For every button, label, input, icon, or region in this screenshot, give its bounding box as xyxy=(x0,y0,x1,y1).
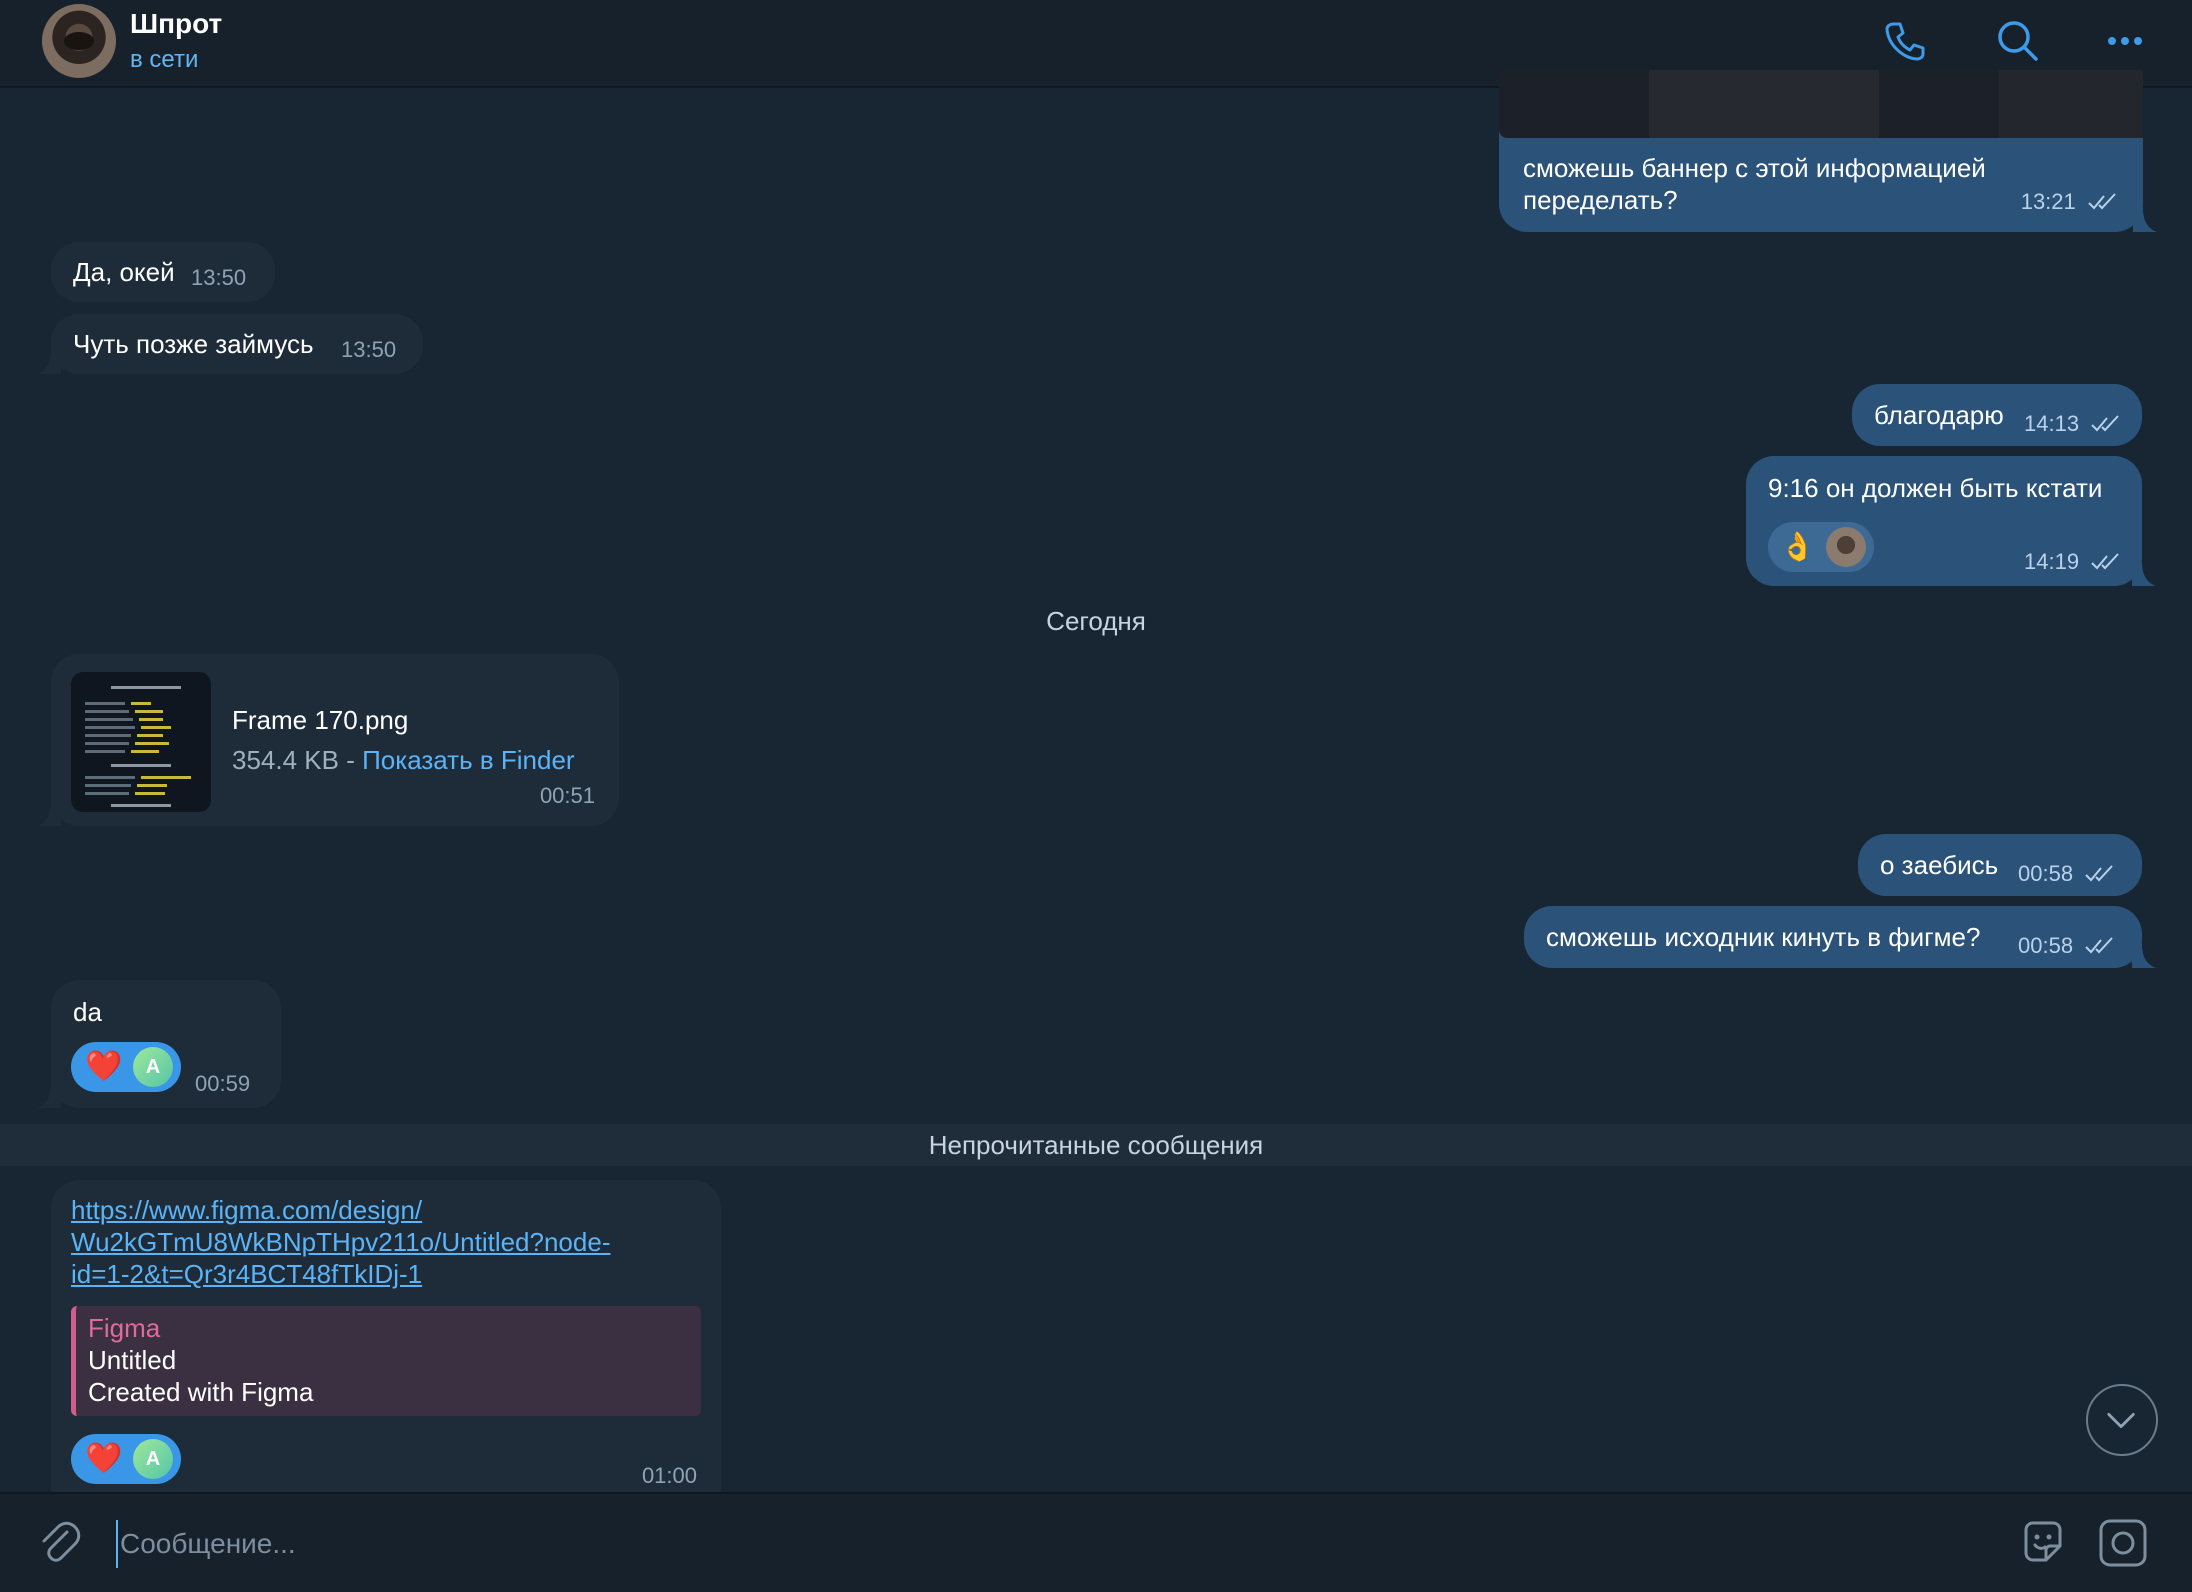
link-url-line[interactable]: Wu2kGTmU8WkBNpTHpv211o/Untitled?node- xyxy=(71,1226,610,1258)
message-composer xyxy=(0,1492,2192,1592)
avatar[interactable] xyxy=(42,4,116,78)
message-incoming[interactable]: Чуть позже займусь 13:50 xyxy=(37,314,423,374)
scroll-to-bottom-button[interactable] xyxy=(2086,1384,2158,1456)
message-meta: 14:19 xyxy=(2024,544,2122,578)
message-text: сможешь баннер с этой информацией переде… xyxy=(1523,153,1986,215)
unread-messages-divider: Непрочитанные сообщения xyxy=(0,1124,2192,1166)
message-meta: 00:58 xyxy=(2018,928,2116,962)
reaction-pill[interactable]: ❤️ A xyxy=(71,1042,181,1092)
read-ticks-icon xyxy=(2091,553,2120,570)
message-text: Чуть позже займусь xyxy=(73,329,314,359)
message-text: о заебись xyxy=(1880,850,1999,880)
message-outgoing[interactable]: сможешь исходник кинуть в фигме? 00:58 xyxy=(1524,906,2156,968)
message-text: da xyxy=(73,997,102,1027)
reactor-avatar: A xyxy=(133,1047,173,1087)
chevron-down-icon xyxy=(2107,1412,2135,1429)
message-meta: 13:21 xyxy=(2021,184,2119,218)
read-ticks-icon xyxy=(2085,937,2114,954)
message-text: сможешь исходник кинуть в фигме? xyxy=(1546,922,1981,952)
preview-title: Untitled xyxy=(88,1345,177,1375)
chat-status: в сети xyxy=(130,46,199,73)
paperclip-icon[interactable] xyxy=(34,1518,84,1568)
message-time: 14:13 xyxy=(2024,411,2080,436)
message-time: 13:21 xyxy=(2020,189,2076,214)
message-outgoing[interactable]: 9:16 он должен быть кстати 👌 14:19 xyxy=(1746,456,2156,586)
link-url[interactable]: https://www.figma.com/design/ Wu2kGTmU8W… xyxy=(71,1194,610,1290)
reaction-pill[interactable]: 👌 xyxy=(1768,522,1874,572)
chat-name[interactable]: Шпрот xyxy=(130,8,222,40)
reactor-avatar: A xyxy=(133,1439,173,1479)
read-ticks-icon xyxy=(2088,193,2116,210)
bubble-tail xyxy=(37,1084,61,1108)
link-message[interactable]: https://www.figma.com/design/ Wu2kGTmU8W… xyxy=(51,1180,721,1494)
bubble-tail xyxy=(37,350,61,374)
camera-icon[interactable] xyxy=(2096,1516,2150,1570)
bubble-tail xyxy=(37,802,61,826)
message-meta: 14:13 xyxy=(2024,406,2122,440)
heart-icon: ❤️ xyxy=(85,1050,123,1083)
message-input[interactable] xyxy=(116,1520,1922,1568)
preview-site-name: Figma xyxy=(88,1313,161,1343)
file-info: 354.4 KB - Показать в Finder xyxy=(232,744,575,776)
file-size: 354.4 KB - xyxy=(232,745,355,775)
read-ticks-icon xyxy=(2091,415,2120,432)
message-outgoing[interactable]: благодарю 14:13 xyxy=(1852,384,2142,446)
message-time: 00:59 xyxy=(195,1071,251,1096)
link-url-line[interactable]: https://www.figma.com/design/ xyxy=(71,1194,610,1226)
link-preview[interactable]: Figma Untitled Created with Figma xyxy=(71,1306,701,1416)
file-message[interactable]: Frame 170.png 354.4 KB - Показать в Find… xyxy=(37,654,619,826)
more-icon[interactable] xyxy=(2100,16,2150,66)
sticker-icon[interactable] xyxy=(2016,1516,2070,1570)
heart-icon: ❤️ xyxy=(85,1442,123,1475)
message-time: 13:50 xyxy=(191,265,247,290)
bubble-tail xyxy=(2132,944,2156,968)
read-ticks-icon xyxy=(2085,865,2114,882)
message-text: благодарю xyxy=(1874,400,2004,430)
file-thumbnail[interactable] xyxy=(71,672,211,812)
bubble-tail xyxy=(2133,208,2157,232)
message-text: Да, окей xyxy=(73,257,175,287)
message-meta: 00:58 xyxy=(2018,856,2116,890)
message-time: 00:51 xyxy=(539,783,595,808)
message-incoming[interactable]: da ❤️ A 00:59 xyxy=(37,980,281,1108)
file-name[interactable]: Frame 170.png xyxy=(232,704,408,736)
message-time: 01:00 xyxy=(641,1463,697,1488)
message-time: 00:58 xyxy=(2018,861,2074,886)
reaction-pill[interactable]: ❤️ A xyxy=(71,1434,181,1484)
link-url-line[interactable]: id=1-2&t=Qr3r4BCT48fTkIDj-1 xyxy=(71,1258,610,1290)
phone-icon[interactable] xyxy=(1880,16,1930,66)
message-time: 13:50 xyxy=(341,337,397,362)
bubble-tail xyxy=(2132,562,2156,586)
date-separator: Сегодня xyxy=(1046,606,1146,636)
message-time: 00:58 xyxy=(2018,933,2074,958)
preview-description: Created with Figma xyxy=(88,1377,314,1407)
ok-hand-icon: 👌 xyxy=(1780,531,1815,562)
message-outgoing[interactable]: сможешь баннер с этой информацией переде… xyxy=(1499,70,2157,232)
image-attachment[interactable] xyxy=(1499,70,2143,138)
message-time: 14:19 xyxy=(2024,549,2080,574)
show-in-finder-link[interactable]: Показать в Finder xyxy=(362,745,574,775)
message-text: 9:16 он должен быть кстати xyxy=(1768,473,2103,503)
reactor-avatar xyxy=(1826,527,1866,567)
message-outgoing[interactable]: о заебись 00:58 xyxy=(1858,834,2142,896)
search-icon[interactable] xyxy=(1993,16,2043,66)
message-incoming[interactable]: Да, окей 13:50 xyxy=(51,242,275,302)
